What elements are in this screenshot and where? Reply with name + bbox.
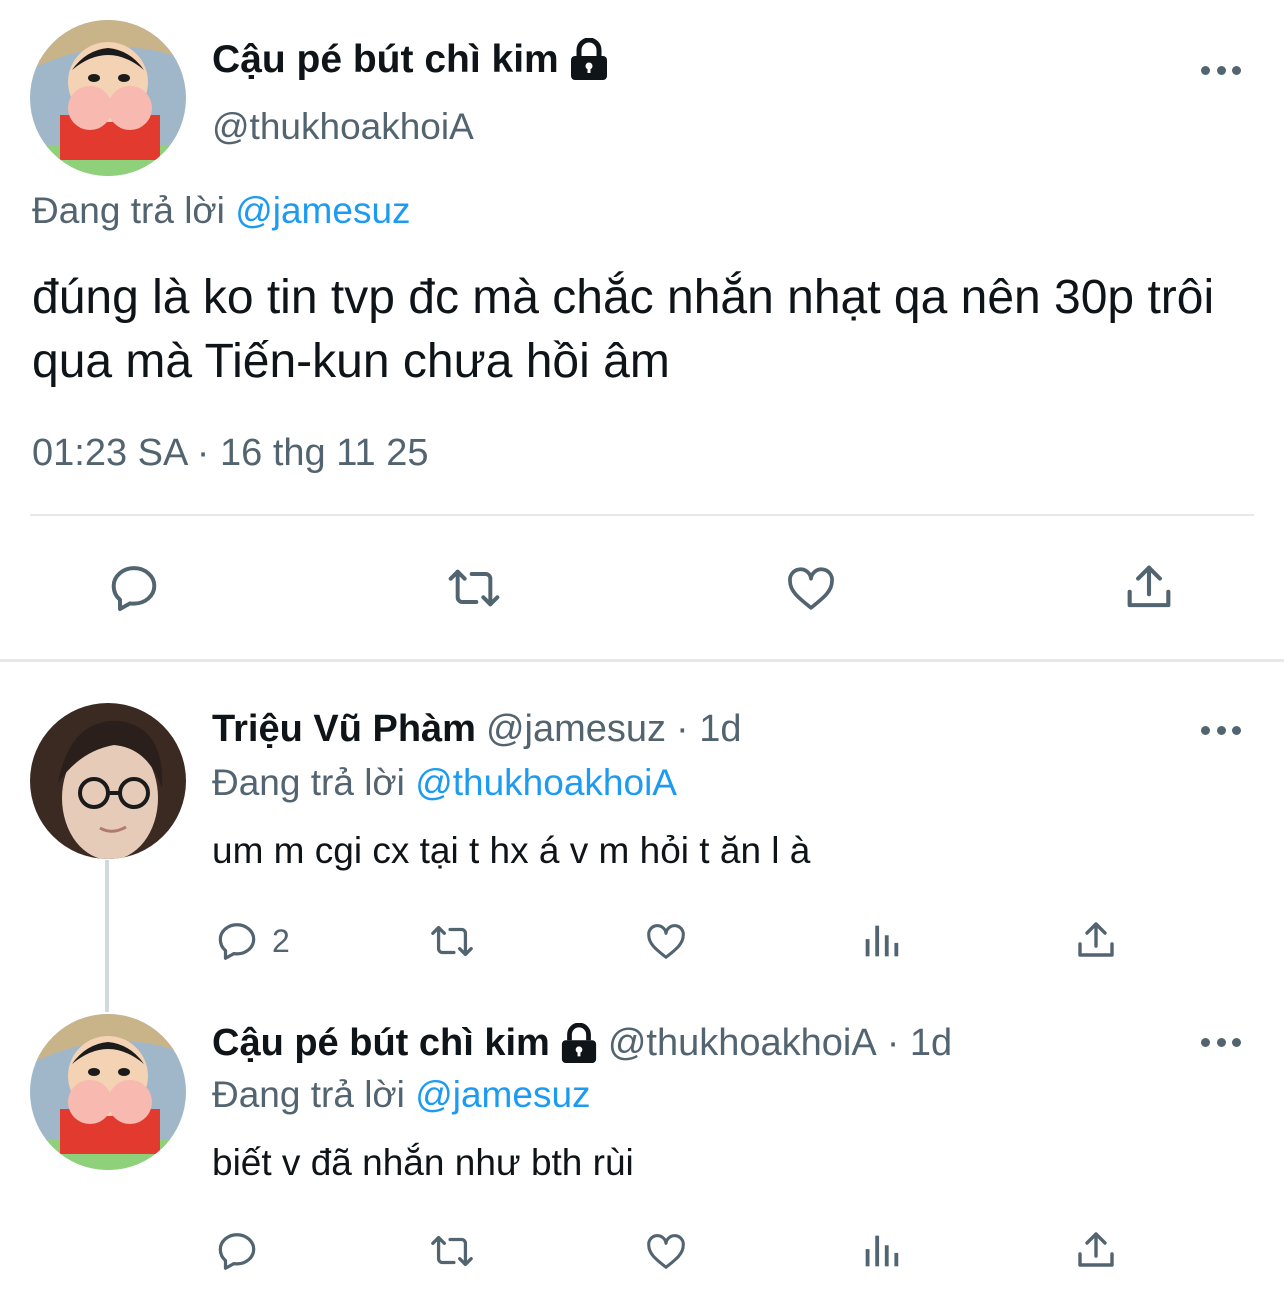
- section-divider: [0, 659, 1284, 662]
- reply-icon: [218, 923, 256, 960]
- share-button[interactable]: [1072, 1226, 1120, 1274]
- avatar[interactable]: [30, 703, 186, 859]
- reply-header: Cậu pé bút chì kim @thukhoakhoiA · 1d: [212, 1022, 952, 1065]
- display-name[interactable]: Triệu Vũ Phàm: [212, 708, 476, 751]
- share-button[interactable]: [1120, 558, 1178, 616]
- more-options-icon[interactable]: [1201, 724, 1241, 736]
- like-icon: [647, 1234, 685, 1269]
- reply-icon: [218, 1233, 256, 1270]
- retweet-icon: [448, 569, 500, 607]
- replying-to-link[interactable]: @jamesuz: [235, 190, 410, 231]
- reply-button[interactable]: 2: [214, 918, 290, 964]
- more-options-icon[interactable]: [1201, 1036, 1241, 1048]
- views-icon: [865, 925, 899, 957]
- like-button[interactable]: [642, 918, 690, 964]
- display-name[interactable]: Cậu pé bút chì kim: [212, 1022, 550, 1065]
- replying-to: Đang trả lời @thukhoakhoiA: [212, 762, 677, 804]
- divider: [30, 514, 1254, 516]
- handle[interactable]: @thukhoakhoiA: [608, 1022, 877, 1065]
- more-options-icon[interactable]: [1201, 64, 1241, 76]
- share-button[interactable]: [1072, 916, 1120, 964]
- lock-icon: [570, 38, 607, 80]
- handle[interactable]: @thukhoakhoiA: [212, 106, 474, 148]
- replying-to-link[interactable]: @jamesuz: [415, 1074, 590, 1115]
- replying-to: Đang trả lời @jamesuz: [32, 190, 411, 232]
- display-name[interactable]: Cậu pé bút chì kim: [212, 38, 609, 82]
- reply-count: 2: [272, 922, 290, 959]
- tweet-text: biết v đã nhắn như bth rùi: [212, 1142, 634, 1183]
- views-button[interactable]: [858, 918, 904, 964]
- share-icon: [1078, 1232, 1114, 1267]
- like-icon: [788, 567, 834, 610]
- share-icon: [1127, 565, 1171, 608]
- relative-time[interactable]: · 1d: [887, 1022, 952, 1065]
- replying-prefix: Đang trả lời: [212, 762, 405, 803]
- reply-button[interactable]: [214, 1228, 260, 1274]
- replying-prefix: Đang trả lời: [212, 1074, 405, 1115]
- replying-prefix: Đang trả lời: [32, 190, 225, 231]
- lock-icon: [561, 1022, 596, 1063]
- like-button[interactable]: [642, 1228, 690, 1274]
- display-name-text: Cậu pé bút chì kim: [212, 38, 559, 81]
- reply-header: Triệu Vũ Phàm @jamesuz · 1d: [212, 708, 742, 751]
- avatar[interactable]: [30, 1014, 186, 1170]
- retweet-button[interactable]: [425, 1228, 479, 1274]
- avatar[interactable]: [30, 20, 186, 176]
- replying-to: Đang trả lời @jamesuz: [212, 1074, 591, 1116]
- reply-icon: [111, 566, 157, 611]
- relative-time[interactable]: · 1d: [676, 708, 741, 751]
- tweet-text: um m cgi cx tại t hx á v m hỏi t ăn l à: [212, 830, 811, 871]
- handle[interactable]: @jamesuz: [486, 708, 666, 751]
- reply-button[interactable]: [106, 560, 162, 616]
- like-button[interactable]: [782, 560, 840, 616]
- views-button[interactable]: [858, 1228, 904, 1274]
- retweet-icon: [431, 925, 473, 957]
- thread-connector: [105, 860, 109, 1012]
- tweet-text: đúng là ko tin tvp đc mà chắc nhắn nhạt …: [32, 271, 1215, 388]
- like-icon: [647, 924, 685, 959]
- retweet-button[interactable]: [441, 560, 507, 616]
- share-icon: [1078, 922, 1114, 957]
- retweet-icon: [431, 1235, 473, 1267]
- views-icon: [865, 1235, 899, 1267]
- retweet-button[interactable]: [425, 918, 479, 964]
- timestamp[interactable]: 01:23 SA · 16 thg 11 25: [32, 432, 429, 475]
- replying-to-link[interactable]: @thukhoakhoiA: [415, 762, 677, 803]
